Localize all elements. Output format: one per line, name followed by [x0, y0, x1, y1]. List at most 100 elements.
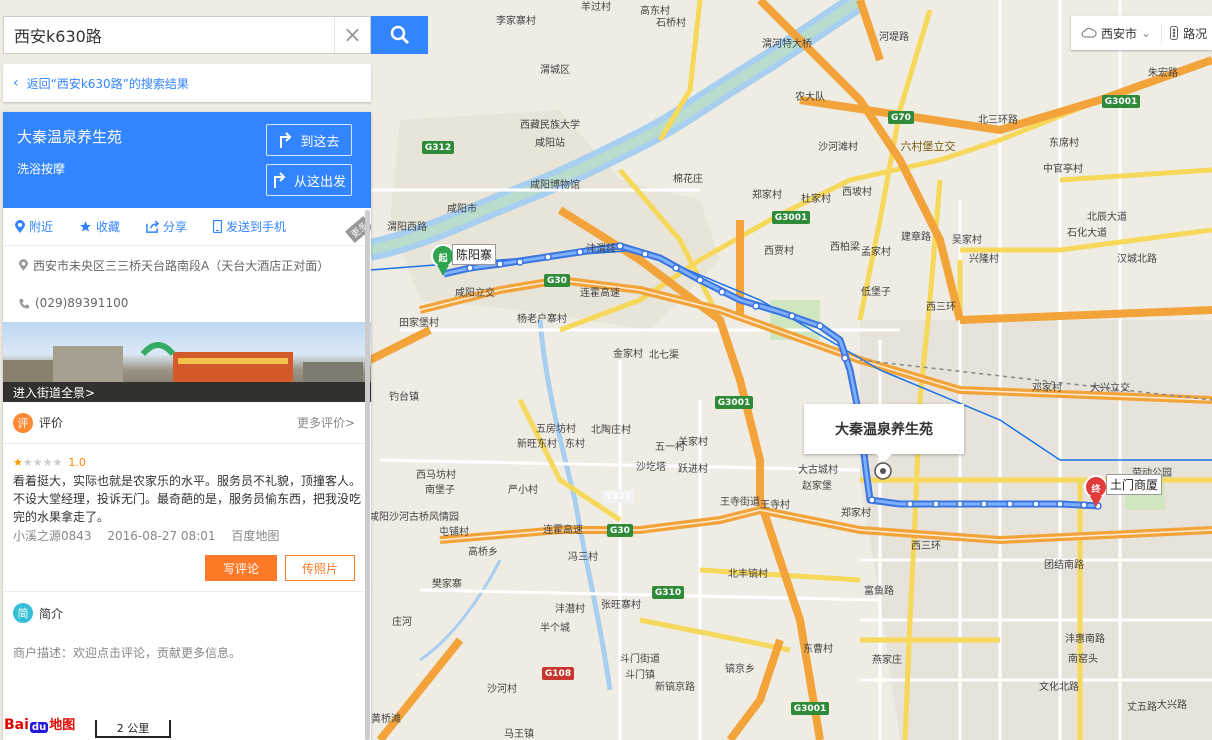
intro-header: 简 简介: [3, 592, 371, 634]
back-link-label: 返回“西安k630路”的搜索结果: [26, 76, 189, 91]
svg-text:终: 终: [1090, 483, 1101, 495]
more-reviews-link[interactable]: 更多评价>: [297, 414, 355, 431]
map-label: G310: [655, 588, 681, 598]
end-stop-label[interactable]: 土门商厦: [1106, 474, 1163, 495]
start-stop-label[interactable]: 陈阳寨: [452, 244, 497, 265]
map-label: 咸阳市: [447, 202, 477, 215]
map-label: 李家寨村: [496, 14, 536, 27]
map-label: 朱宏路: [1148, 66, 1178, 79]
map-label: 田家堡村: [399, 316, 439, 329]
poi-name: 大秦温泉养生苑: [17, 128, 123, 146]
map-label: 王寺街道: [720, 495, 760, 508]
map-label: 大兴立交: [1090, 381, 1130, 394]
route-to-label: 到这去: [300, 134, 340, 150]
map-label: 郑家村: [841, 506, 871, 519]
intro-icon: 简: [13, 603, 33, 623]
map-label: 咸阳站: [535, 136, 565, 149]
map-label: 渭城区: [540, 64, 570, 76]
star-icon: ★: [13, 456, 23, 469]
share-label: 分享: [163, 220, 188, 234]
location-pin-icon: [15, 220, 25, 233]
map-label: G3001: [1105, 97, 1137, 107]
map-label: 沙河村: [487, 682, 517, 695]
map-label: 严小村: [508, 483, 538, 496]
search-button[interactable]: [371, 16, 428, 54]
map-label: 富鱼路: [864, 584, 894, 597]
map-label: 北陶庄村: [591, 423, 631, 436]
city-selector[interactable]: 西安市 ⌄: [1071, 23, 1163, 43]
poi-marker[interactable]: [874, 462, 892, 480]
poi-header: 大秦温泉养生苑 洗浴按摩 到这去 从这出发: [3, 112, 371, 208]
panel-scrollbar[interactable]: [365, 210, 370, 740]
route-to-button[interactable]: 到这去: [266, 124, 352, 156]
review-user[interactable]: 小溪之源0843: [13, 529, 92, 543]
map-label: 西藏民族大学: [520, 118, 580, 131]
map-label: 团结南路: [1044, 558, 1084, 571]
phone-text: (029)89391100: [35, 296, 129, 310]
street-view-link[interactable]: 进入街道全景>: [3, 382, 371, 402]
intro-text: 商户描述：欢迎点击评论，贡献更多信息。: [13, 646, 242, 660]
map-label: 关家村: [678, 435, 708, 448]
map-label: 沙河滩村: [818, 140, 858, 153]
review-text: 看着挺大，实际也就是农家乐的水平。服务员不礼貌，顶撞客人。不设大堂经理，投诉无门…: [13, 474, 362, 524]
map-label: 北辰大道: [1087, 210, 1127, 223]
poi-category: 洗浴按摩: [17, 162, 66, 176]
map-label: 杜家村: [801, 192, 831, 205]
map-label: 马王镇: [504, 727, 534, 740]
map-label: 西柏梁: [830, 240, 860, 253]
send-to-phone-button[interactable]: 发送到手机: [213, 218, 286, 235]
map-label: 新旺东村: [517, 437, 557, 450]
map-label: 吴家村: [952, 233, 982, 246]
favorite-button[interactable]: 收藏: [79, 218, 120, 235]
write-review-button[interactable]: 写评论: [205, 555, 277, 581]
review-buttons: 写评论 传照片: [3, 545, 371, 592]
phone-icon: [213, 220, 223, 233]
street-view-thumbnail[interactable]: 进入街道全景>: [3, 322, 371, 402]
map-toolbar: 西安市 ⌄ 路况: [1071, 16, 1212, 50]
search-icon: [390, 25, 409, 44]
city-label: 西安市: [1101, 26, 1138, 41]
review-item: ★ ★★★★ 1.0 看着挺大，实际也就是农家乐的水平。服务员不礼貌，顶撞客人。不…: [3, 444, 371, 545]
map-label: 大兴路: [1157, 698, 1187, 711]
map-label: 钓台镇: [389, 390, 419, 403]
map-label: G3001: [794, 704, 826, 714]
star-icon: [80, 221, 91, 232]
back-to-results-link[interactable]: ‹ 返回“西安k630路”的搜索结果: [3, 64, 371, 102]
chevron-left-icon: ‹: [13, 75, 19, 91]
map-label: 河堤路: [879, 30, 909, 43]
map-label: 王寺村: [760, 498, 790, 511]
map-label: 建章路: [901, 230, 931, 243]
map-label: 汉城北路: [1117, 252, 1157, 265]
map-label: 大古城村: [798, 463, 838, 476]
route-from-button[interactable]: 从这出发: [266, 164, 352, 196]
map-label: 丈五路: [1127, 700, 1157, 713]
map-label: 高东村: [640, 4, 670, 17]
phone-row: (029)89391100: [3, 284, 371, 322]
telephone-icon: [19, 298, 30, 309]
search-input[interactable]: [4, 17, 334, 53]
nearby-button[interactable]: 附近: [15, 218, 53, 235]
map-label: 西三环: [926, 302, 956, 313]
traffic-label: 路况: [1183, 26, 1208, 41]
clear-search-button[interactable]: ×: [334, 17, 370, 53]
map-label: 农大队: [795, 90, 825, 103]
map-label: 北三环路: [978, 113, 1018, 126]
map-label: 黄桥滩: [371, 712, 401, 725]
rating-stars: ★ ★★★★ 1.0: [13, 454, 361, 472]
upload-photo-button[interactable]: 传照片: [285, 555, 355, 581]
route-to-icon: [280, 132, 292, 148]
map-label: 南堡子: [425, 483, 455, 496]
map-label: G70: [891, 113, 911, 123]
poi-callout[interactable]: 大秦温泉养生苑: [804, 404, 964, 462]
map-label: 渭阳西路: [387, 220, 427, 233]
baidu-map-logo: Bai du 地图: [4, 717, 76, 733]
nearby-label: 附近: [29, 220, 54, 234]
share-button[interactable]: 分享: [146, 218, 187, 235]
map-label: 东村: [565, 437, 585, 450]
map-label: Y327: [604, 492, 630, 502]
address-text: 西安市未央区三三桥天台路南段A（天台大酒店正对面）: [33, 258, 330, 273]
map-label: 咸阳博物馆: [530, 178, 580, 191]
review-time: 2016-08-27 08:01: [107, 529, 216, 543]
map-label: 棉花庄: [673, 172, 703, 185]
traffic-button[interactable]: 路况: [1162, 25, 1207, 42]
